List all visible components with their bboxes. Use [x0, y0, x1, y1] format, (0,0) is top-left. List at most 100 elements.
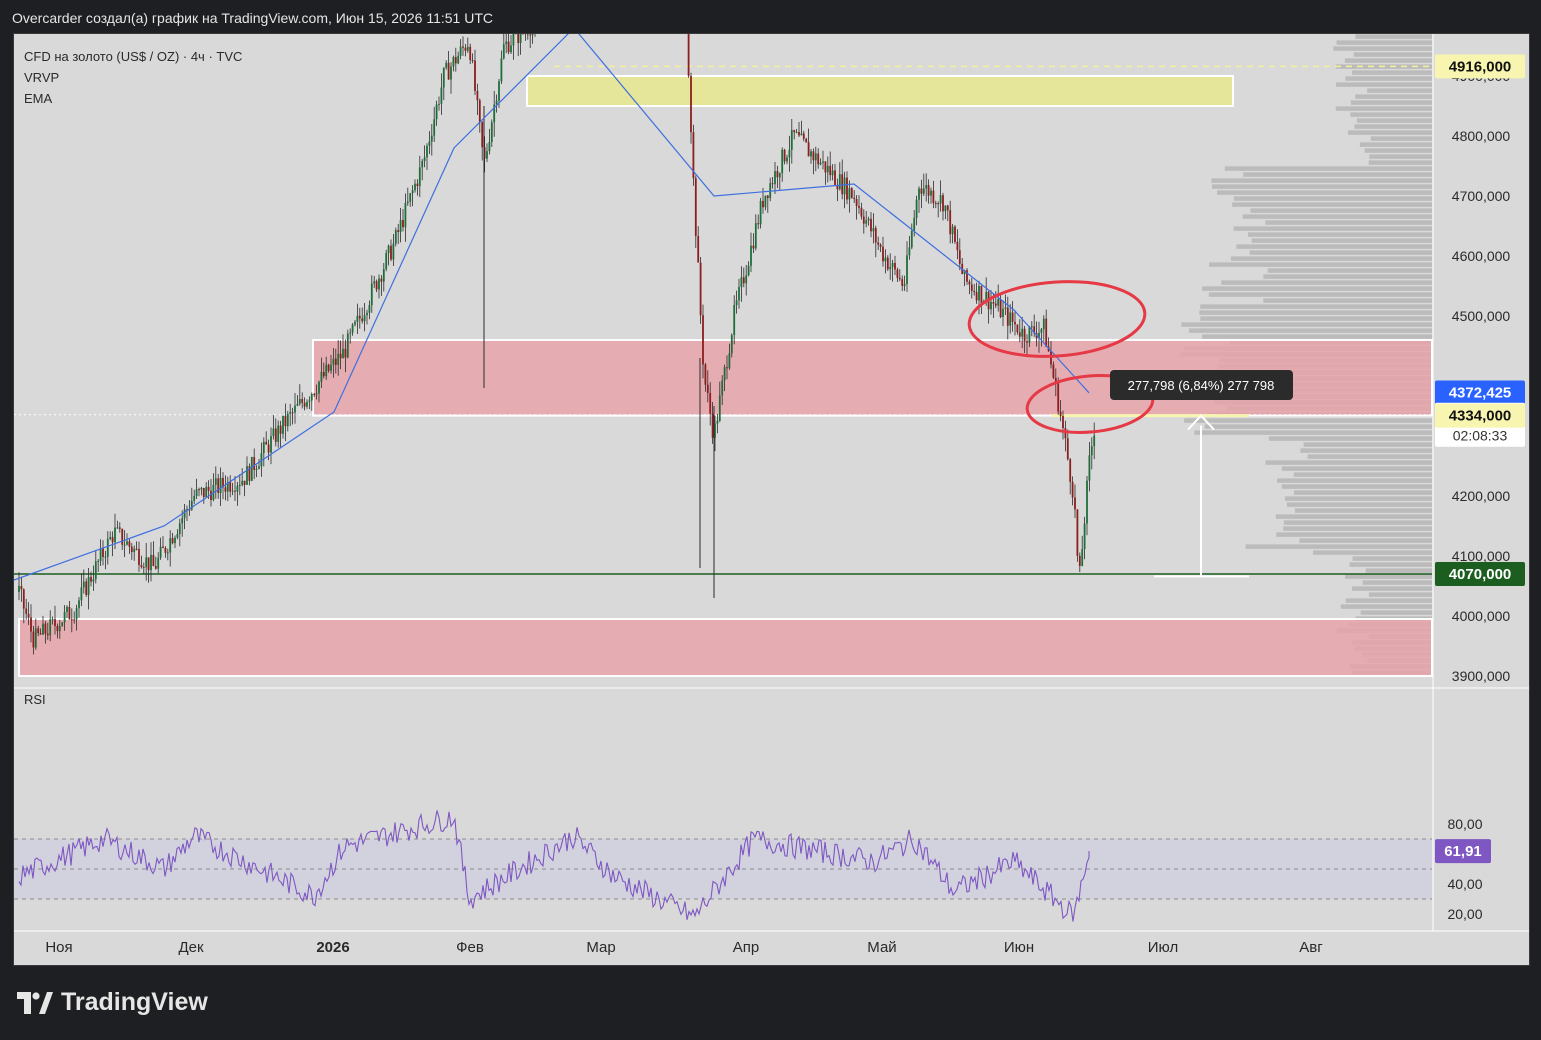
candle-body: [896, 269, 899, 278]
candle-body: [332, 358, 335, 365]
candle-body: [231, 490, 234, 492]
candle-body: [397, 230, 400, 233]
candle-body: [946, 205, 949, 211]
candle-body: [510, 45, 512, 53]
volume-profile-bar: [1368, 160, 1432, 165]
volume-profile-bar: [1181, 322, 1432, 327]
candle-body: [423, 157, 426, 162]
candle-body: [152, 554, 155, 566]
chart-frame[interactable]: 277,798 (6,84%) 277 798 3900,000 4000,000…: [13, 33, 1530, 966]
candle-body: [790, 130, 793, 150]
candle-body: [363, 315, 366, 322]
candle-body: [318, 381, 320, 394]
volume-profile-bar: [1350, 112, 1432, 117]
volume-profile-bar: [1362, 580, 1432, 585]
candle-body: [932, 190, 935, 203]
candle-body: [258, 466, 260, 469]
candle-body: [109, 537, 112, 539]
candle-body: [747, 265, 750, 276]
candle-body: [908, 247, 911, 256]
candle-body: [1069, 459, 1072, 482]
candle-body: [903, 284, 906, 286]
volume-profile-bar: [1355, 34, 1432, 39]
candle-body: [207, 486, 210, 491]
candle-body: [171, 538, 174, 544]
candle-body: [433, 119, 436, 136]
candle-body: [742, 277, 745, 284]
candle-body: [63, 611, 66, 623]
candle-body: [238, 484, 241, 486]
candle-body: [193, 496, 196, 501]
candle-body: [997, 299, 1000, 306]
candle-body: [502, 44, 505, 59]
tradingview-logo[interactable]: TradingView: [17, 988, 208, 1017]
candle-body: [370, 283, 373, 306]
candle-body: [246, 466, 248, 485]
candle-body: [442, 67, 445, 88]
price-tick-label: 4000,000: [1452, 608, 1511, 624]
time-tick-label: Дек: [178, 939, 204, 956]
candle-body: [243, 480, 246, 485]
price-tick-label: 4200,000: [1452, 488, 1511, 504]
candle-body: [855, 199, 858, 207]
candle-body: [687, 34, 690, 76]
candle-body: [92, 579, 95, 582]
candle-body: [75, 608, 78, 620]
candle-body: [867, 218, 870, 221]
price-tick-label: 4700,000: [1452, 188, 1511, 204]
candle-body: [1086, 480, 1088, 524]
chart-canvas[interactable]: 277,798 (6,84%) 277 798 3900,000 4000,000…: [14, 34, 1529, 965]
candle-body: [850, 188, 853, 198]
price-tick-label: 3900,000: [1452, 668, 1511, 684]
rsi-value-label: 61,91: [1444, 843, 1482, 860]
candle-body: [711, 413, 714, 438]
volume-profile-bar: [1233, 196, 1432, 201]
candle-body: [80, 587, 83, 601]
candle-body: [164, 547, 167, 553]
candle-body: [1078, 555, 1081, 566]
candle-body: [529, 34, 532, 36]
candle-body: [169, 538, 172, 553]
candle-body: [44, 623, 47, 634]
candle-body: [690, 75, 692, 133]
candle-body: [1083, 523, 1086, 550]
price-axis: 3900,000 4000,000 4100,000 4200,000 4500,000…: [1435, 54, 1525, 684]
candle-body: [34, 628, 37, 648]
candle-body: [531, 34, 534, 36]
candle-body: [949, 210, 952, 235]
candle-body: [291, 412, 294, 414]
candle-body: [517, 34, 520, 43]
indicator-ema[interactable]: EMA: [24, 88, 242, 109]
candle-body: [183, 509, 186, 519]
candle-body: [85, 581, 88, 595]
candle-body: [512, 34, 515, 46]
candle-body: [805, 138, 808, 143]
candle-body: [159, 546, 162, 558]
candle-body: [445, 62, 448, 68]
candle-body: [906, 255, 908, 285]
indicator-vrvp[interactable]: VRVP: [24, 67, 242, 88]
candle-body: [97, 561, 100, 563]
candle-body: [330, 364, 332, 371]
candle-body: [812, 151, 815, 161]
volume-profile-bar: [1232, 202, 1432, 207]
candle-body: [421, 161, 424, 168]
rsi-pane: 20,00 40,00 80,00 61,91: [14, 687, 1529, 922]
candle-body: [858, 206, 860, 208]
candle-body: [872, 228, 875, 232]
candle-body: [877, 242, 880, 245]
candle-body: [253, 456, 256, 470]
rsi-title[interactable]: RSI: [24, 692, 46, 707]
candle-body: [970, 284, 973, 291]
candle-body: [814, 153, 817, 161]
volume-profile-bar: [1194, 430, 1432, 435]
candle-body: [975, 292, 978, 301]
candle-body: [1040, 329, 1043, 333]
volume-profile-bar: [1345, 574, 1432, 579]
symbol-title[interactable]: CFD на золото (US$ / OZ) · 4ч · TVC: [24, 46, 242, 67]
candle-body: [234, 490, 236, 492]
candle-body: [126, 541, 128, 545]
candle-body: [255, 468, 258, 470]
candle-body: [1011, 312, 1014, 322]
candle-body: [229, 481, 232, 492]
